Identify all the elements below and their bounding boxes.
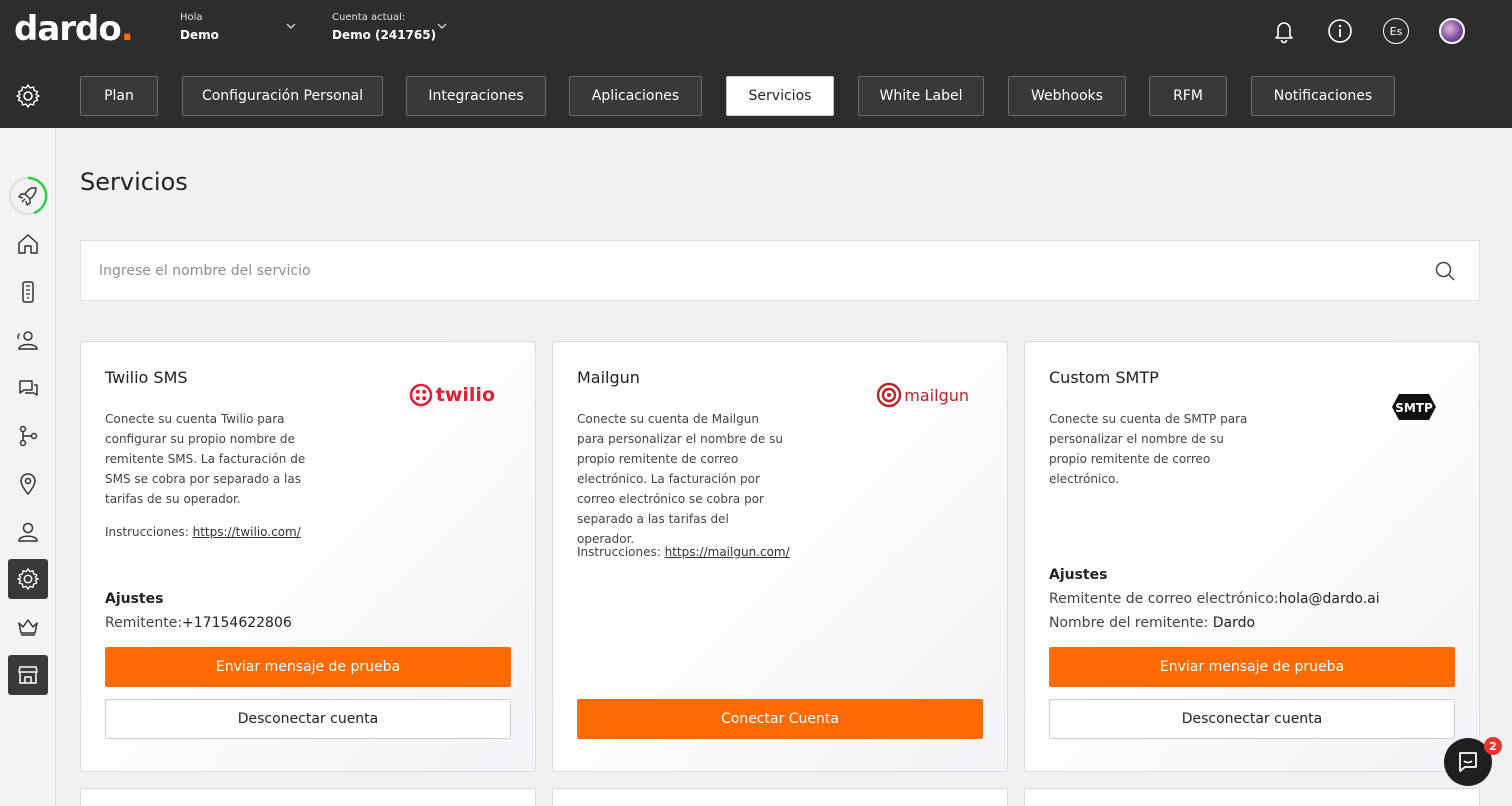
sidebar-item-flows[interactable]: [8, 416, 48, 456]
card-description: Conecte su cuenta de Mailgun para person…: [577, 412, 783, 546]
service-card-peek: [1024, 788, 1480, 806]
user-selector[interactable]: Hola Demo: [180, 11, 219, 45]
search-input[interactable]: [99, 259, 1399, 283]
disconnect-button[interactable]: Desconectar cuenta: [105, 699, 511, 739]
sidebar: [0, 128, 56, 806]
settings-title: Ajustes: [105, 591, 164, 607]
twilio-logo: twilio: [409, 378, 495, 412]
email-sender-setting: Remitente de correo electrónico:hola@dar…: [1049, 591, 1380, 607]
tab-servicios[interactable]: Servicios: [726, 76, 834, 116]
sidebar-item-devices[interactable]: [8, 272, 48, 312]
tab-webhooks[interactable]: Webhooks: [1008, 76, 1126, 116]
tab-rfm[interactable]: RFM: [1149, 76, 1227, 116]
chevron-down-icon[interactable]: [436, 20, 448, 32]
mailgun-logo: mailgun: [876, 378, 969, 412]
service-card-peek: [80, 788, 536, 806]
bell-icon[interactable]: [1271, 18, 1297, 44]
sidebar-item-onboarding[interactable]: [8, 176, 48, 216]
twilio-logo-icon: [409, 383, 433, 407]
settings-tabs-bar: Plan Configuración Personal Integracione…: [0, 64, 1512, 128]
home-icon: [18, 234, 38, 254]
sidebar-item-locations[interactable]: [8, 464, 48, 504]
crown-icon: [18, 619, 38, 636]
sidebar-item-chat[interactable]: [8, 368, 48, 408]
chevron-down-icon[interactable]: [285, 20, 297, 32]
tab-integraciones[interactable]: Integraciones: [406, 76, 546, 116]
phone-icon: [22, 281, 34, 303]
tab-aplicaciones[interactable]: Aplicaciones: [569, 76, 702, 116]
store-icon: [18, 666, 38, 684]
chat-icon: [19, 380, 38, 396]
top-header: dardo. Hola Demo Cuenta actual: Demo (24…: [0, 0, 1512, 64]
service-card-smtp: Custom SMTP SMTP Conecte su cuenta de SM…: [1024, 341, 1480, 772]
card-description: Conecte su cuenta Twilio para configurar…: [105, 412, 306, 506]
send-test-button[interactable]: Enviar mensaje de prueba: [1049, 647, 1455, 687]
flow-icon: [19, 425, 38, 447]
card-description: Conecte su cuenta de SMTP para personali…: [1049, 412, 1248, 486]
settings-icon: [17, 568, 39, 590]
card-title: Mailgun: [577, 368, 640, 387]
account-value: Demo (241765): [332, 28, 437, 42]
sidebar-item-users[interactable]: [8, 512, 48, 552]
card-instructions: Instrucciones: https://mailgun.com/: [577, 545, 790, 559]
sidebar-item-contacts[interactable]: [8, 320, 48, 360]
send-test-button[interactable]: Enviar mensaje de prueba: [105, 647, 511, 687]
sidebar-item-store[interactable]: [8, 655, 48, 695]
smtp-logo-icon: SMTP: [1392, 394, 1436, 420]
card-title: Twilio SMS: [105, 368, 188, 387]
language-selector[interactable]: Es: [1383, 18, 1409, 44]
chat-bubble-icon: [1459, 752, 1477, 772]
instructions-link[interactable]: https://twilio.com/: [193, 525, 301, 539]
rocket-icon: [9, 176, 48, 215]
connect-account-button[interactable]: Conectar Cuenta: [577, 699, 983, 739]
sidebar-item-plan[interactable]: [8, 607, 48, 647]
dardo-logo[interactable]: dardo.: [14, 9, 134, 49]
tab-notificaciones[interactable]: Notificaciones: [1251, 76, 1395, 116]
sidebar-item-settings[interactable]: [8, 559, 48, 599]
info-icon[interactable]: [1327, 18, 1353, 44]
settings-title: Ajustes: [1049, 567, 1108, 583]
page-title: Servicios: [80, 168, 188, 196]
account-selector[interactable]: Cuenta actual: Demo (241765): [332, 11, 436, 45]
tab-white-label[interactable]: White Label: [858, 76, 984, 116]
user-name: Demo: [180, 28, 219, 42]
service-card-mailgun: Mailgun mailgun Conecte su cuenta de Mai…: [552, 341, 1008, 772]
smtp-logo: SMTP: [1391, 390, 1437, 424]
chat-unread-badge: 2: [1484, 737, 1502, 755]
tab-plan[interactable]: Plan: [80, 76, 158, 116]
sender-setting: Remitente:+17154622806: [105, 615, 292, 631]
contacts-icon: [17, 331, 38, 350]
card-title: Custom SMTP: [1049, 368, 1159, 387]
location-icon: [20, 473, 36, 496]
service-card-peek: [552, 788, 1008, 806]
avatar[interactable]: [1439, 18, 1465, 44]
disconnect-button[interactable]: Desconectar cuenta: [1049, 699, 1455, 739]
gear-icon[interactable]: [15, 83, 41, 109]
service-card-twilio: Twilio SMS twilio Conecte su cuenta Twil…: [80, 341, 536, 772]
user-icon: [18, 522, 38, 542]
account-label: Cuenta actual:: [332, 12, 406, 23]
sender-name-setting: Nombre del remitente: Dardo: [1049, 615, 1256, 631]
card-instructions: Instrucciones: https://twilio.com/: [105, 525, 301, 539]
instructions-link[interactable]: https://mailgun.com/: [665, 545, 790, 559]
mailgun-logo-icon: [877, 382, 902, 408]
sidebar-item-home[interactable]: [8, 224, 48, 264]
svg-text:SMTP: SMTP: [1395, 401, 1433, 415]
search-icon[interactable]: [1433, 259, 1457, 283]
service-search: [80, 240, 1480, 301]
greeting-label: Hola: [180, 12, 203, 23]
tab-configuracion-personal[interactable]: Configuración Personal: [182, 76, 383, 116]
